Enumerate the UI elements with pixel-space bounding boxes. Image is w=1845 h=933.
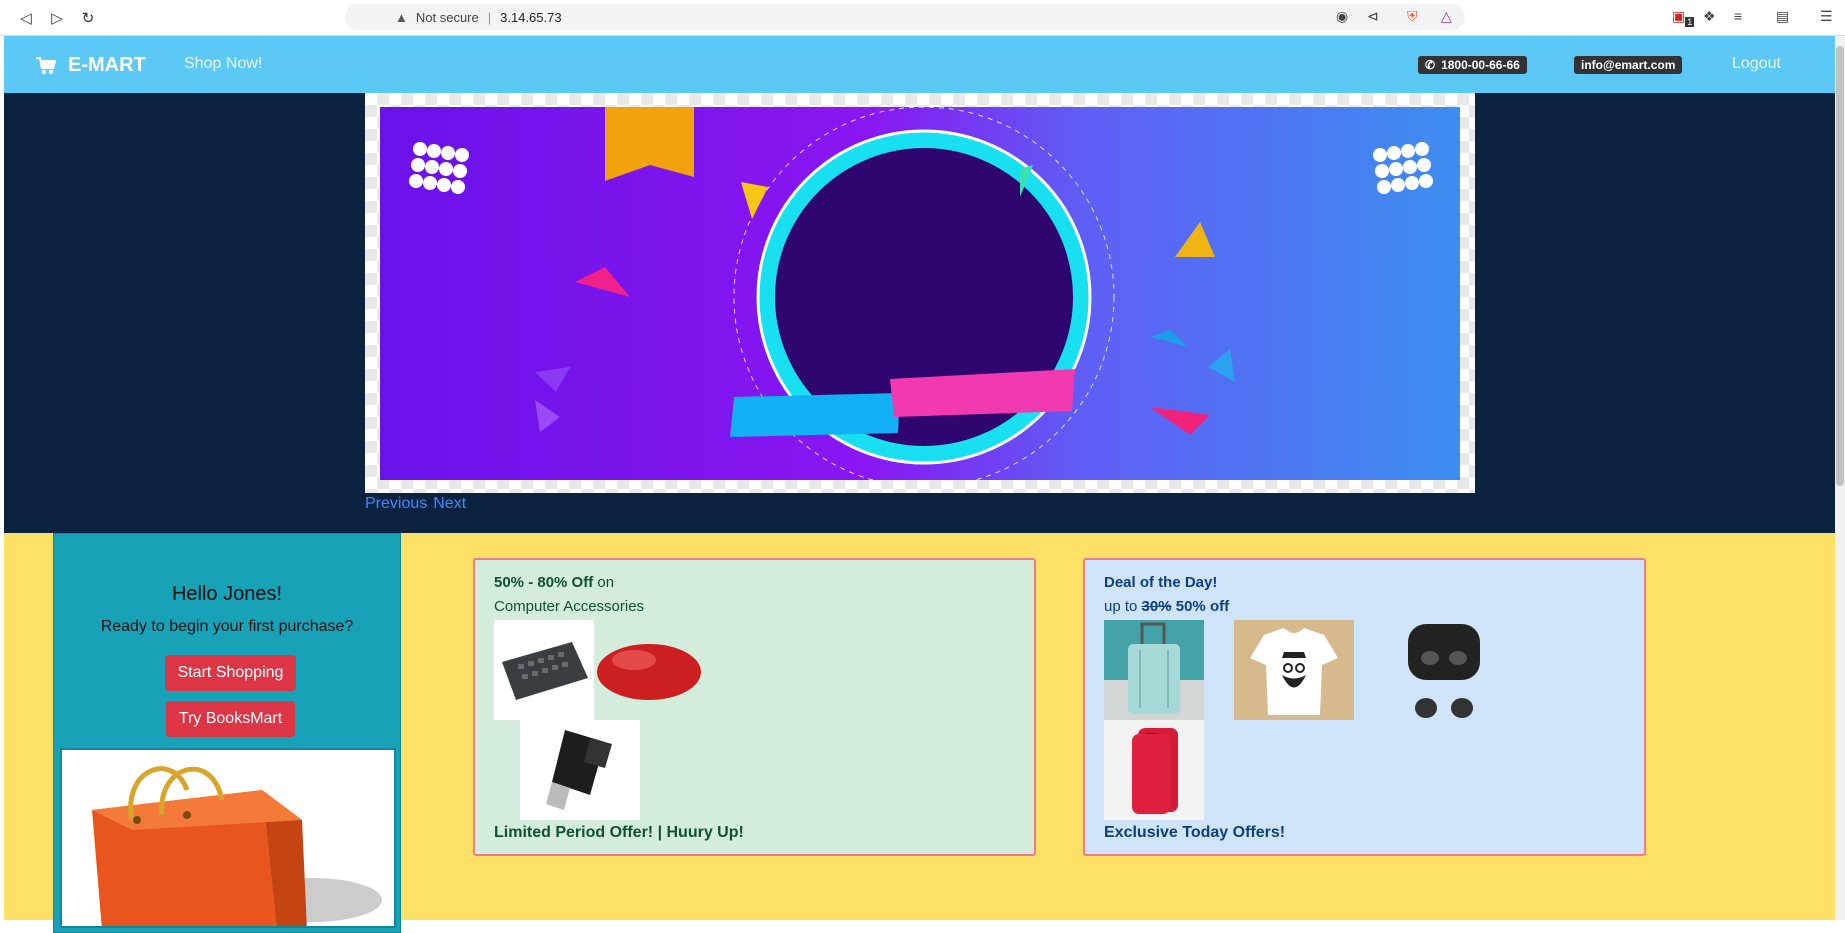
offer-discount: 50% - 80% Off (494, 574, 594, 591)
deal-old-percent: 30% (1141, 598, 1172, 615)
address-bar[interactable]: ▲ Not secure | 3.14.65.73 (345, 4, 1465, 30)
reload-icon[interactable]: ↻ (78, 8, 98, 28)
banner-graphic (380, 107, 1460, 480)
extension-badge: 1 (1685, 16, 1695, 27)
deal-title-text: Deal of the Day! (1104, 574, 1218, 591)
shop-now-link[interactable]: Shop Now! (184, 55, 262, 73)
share-icon[interactable]: ⊲ (1367, 8, 1379, 25)
offer-footer: Limited Period Offer! | Huury Up! (494, 824, 744, 841)
greeting-card: Hello Jones! Ready to begin your first p… (53, 533, 401, 933)
greeting-subtitle: Ready to begin your first purchase? (100, 618, 354, 635)
logout-link[interactable]: Logout (1732, 55, 1781, 73)
email-address: info@emart.com (1581, 58, 1676, 72)
shopping-bag-image (60, 748, 396, 928)
site-navbar: E-MART Shop Now! ✆ 1800-00-66-66 info@em… (4, 36, 1835, 93)
brand-link[interactable]: E-MART (36, 54, 146, 77)
tshirt-icon (1250, 628, 1338, 715)
email-badge: info@emart.com (1574, 56, 1683, 74)
extension-icon[interactable]: ▣ 1 (1672, 8, 1695, 27)
usb-drive-icon (546, 730, 612, 810)
cart-icon (36, 56, 56, 74)
deal-of-the-day-offer[interactable]: Deal of the Day! up to 30% 50% off Exclu… (1083, 558, 1646, 856)
carousel-next[interactable]: Next (433, 495, 466, 513)
offers-section: Hello Jones! Ready to begin your first p… (4, 533, 1835, 933)
warning-icon[interactable]: ▲ (395, 10, 408, 25)
forward-icon[interactable]: ▷ (47, 8, 67, 28)
suitcase-image[interactable] (1104, 620, 1204, 720)
back-icon[interactable]: ◁ (16, 8, 36, 28)
menu-icon[interactable]: ☰ (1820, 8, 1833, 25)
carousel-slide (365, 93, 1475, 493)
carousel-previous[interactable]: Previous (365, 495, 427, 513)
try-booksmart-button[interactable]: Try BooksMart (166, 701, 295, 737)
shopping-bag-icon (92, 766, 382, 926)
offer-on-text: on (597, 574, 615, 591)
keyboard-image[interactable] (494, 620, 594, 720)
browser-toolbar: ◁ ▷ ↻ ▯ ▲ Not secure | 3.14.65.73 ◉ ⊲ ⛨ … (0, 0, 1845, 36)
deal-new-percent: 50% off (1175, 598, 1230, 615)
deal-up-to: up to (1104, 598, 1138, 615)
deal-footer: Exclusive Today Offers! (1104, 824, 1286, 841)
security-label[interactable]: Not secure (416, 10, 479, 25)
mouse-image[interactable] (594, 620, 704, 720)
smartphone-icon (1132, 728, 1178, 814)
offer-category: Computer Accessories (494, 598, 645, 615)
phone-icon: ✆ (1425, 58, 1436, 72)
carousel-controls: Previous Next (365, 495, 466, 513)
url-separator: | (487, 9, 492, 25)
wallet-icon[interactable]: ▤ (1776, 8, 1789, 25)
phone-badge: ✆ 1800-00-66-66 (1418, 56, 1527, 74)
puzzle-icon[interactable]: ❖ (1703, 8, 1716, 25)
phone-number: 1800-00-66-66 (1441, 58, 1520, 72)
location-icon[interactable]: ◉ (1336, 8, 1348, 25)
carousel-section: Previous Next (4, 93, 1835, 533)
page-scrollbar[interactable] (1835, 36, 1845, 920)
offer-discount-line: 50% - 80% Off on (494, 574, 614, 591)
playlist-icon[interactable]: ≡ (1734, 8, 1742, 24)
keyboard-icon (502, 642, 588, 700)
computer-accessories-offer[interactable]: 50% - 80% Off on Computer Accessories Li… (473, 558, 1036, 856)
brand-name: E-MART (68, 54, 146, 76)
phone-image[interactable] (1104, 720, 1204, 820)
greeting-title: Hello Jones! (171, 583, 283, 605)
scrollbar-thumb[interactable] (1836, 46, 1844, 486)
suitcase-icon (1104, 622, 1204, 720)
rewards-icon[interactable]: △ (1441, 8, 1452, 25)
banner-image (380, 107, 1460, 480)
brave-shield-icon[interactable]: ⛨ (1407, 8, 1418, 25)
usb-drive-image[interactable] (520, 720, 640, 820)
url-text[interactable]: 3.14.65.73 (500, 10, 561, 25)
tshirt-image[interactable] (1234, 620, 1354, 720)
mouse-icon (597, 644, 701, 700)
deal-title: Deal of the Day! (1104, 574, 1217, 591)
start-shopping-button[interactable]: Start Shopping (165, 655, 296, 691)
deal-discount-line: up to 30% 50% off (1104, 598, 1229, 615)
earbuds-icon (1408, 624, 1480, 718)
earbuds-image[interactable] (1384, 620, 1484, 720)
